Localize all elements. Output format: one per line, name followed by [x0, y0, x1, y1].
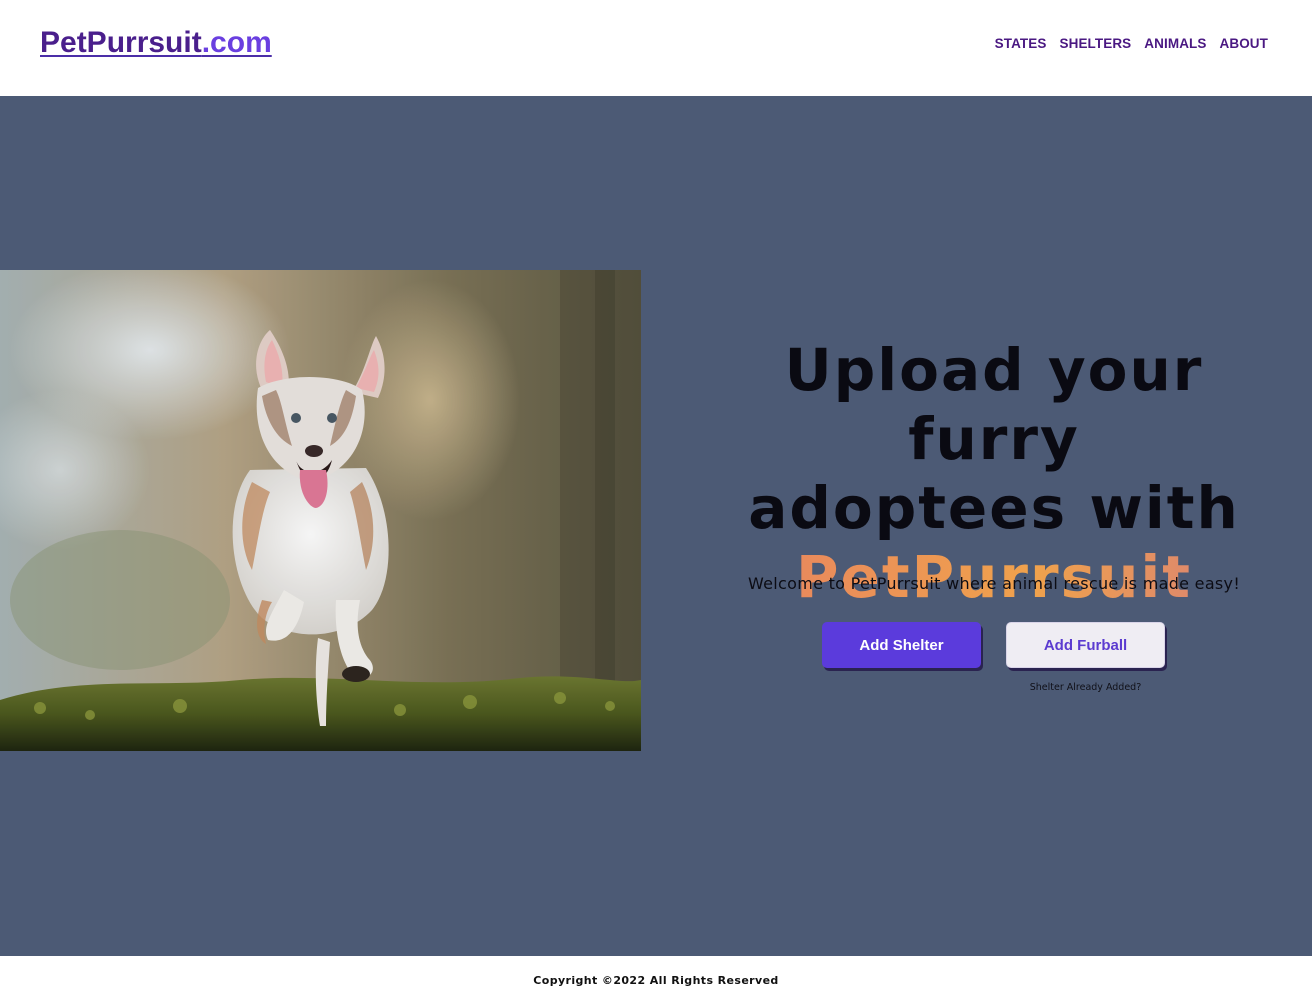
- hero-headline: Upload your furry adoptees with PetPurrs…: [700, 336, 1288, 612]
- add-furball-button[interactable]: Add Furball: [1006, 622, 1165, 668]
- logo-brand: PetPurrsuit: [40, 26, 202, 59]
- nav-item-shelters[interactable]: SHELTERS: [1059, 36, 1131, 51]
- main-nav: STATES SHELTERS ANIMALS ABOUT: [995, 36, 1268, 51]
- site-logo-link[interactable]: PetPurrsuit.com: [40, 26, 272, 60]
- hero-dog-photo: [0, 270, 641, 751]
- site-footer: Copyright ©2022 All Rights Reserved: [0, 956, 1312, 1004]
- hero-section: Upload your furry adoptees with PetPurrs…: [0, 96, 1312, 956]
- site-header: PetPurrsuit.com STATES SHELTERS ANIMALS …: [0, 0, 1312, 96]
- shelter-already-added-link[interactable]: Shelter Already Added?: [1006, 682, 1165, 693]
- welcome-text: Welcome to PetPurrsuit where animal resc…: [747, 574, 1241, 593]
- nav-item-animals[interactable]: ANIMALS: [1144, 36, 1206, 51]
- copyright-text: Copyright ©2022 All Rights Reserved: [533, 974, 779, 987]
- headline-line-1: Upload your furry: [784, 336, 1204, 473]
- logo-tld: .com: [201, 26, 272, 59]
- nav-item-about[interactable]: ABOUT: [1220, 36, 1269, 51]
- headline-line-2: adoptees with: [748, 474, 1240, 542]
- nav-item-states[interactable]: STATES: [995, 36, 1047, 51]
- add-shelter-button[interactable]: Add Shelter: [822, 622, 981, 668]
